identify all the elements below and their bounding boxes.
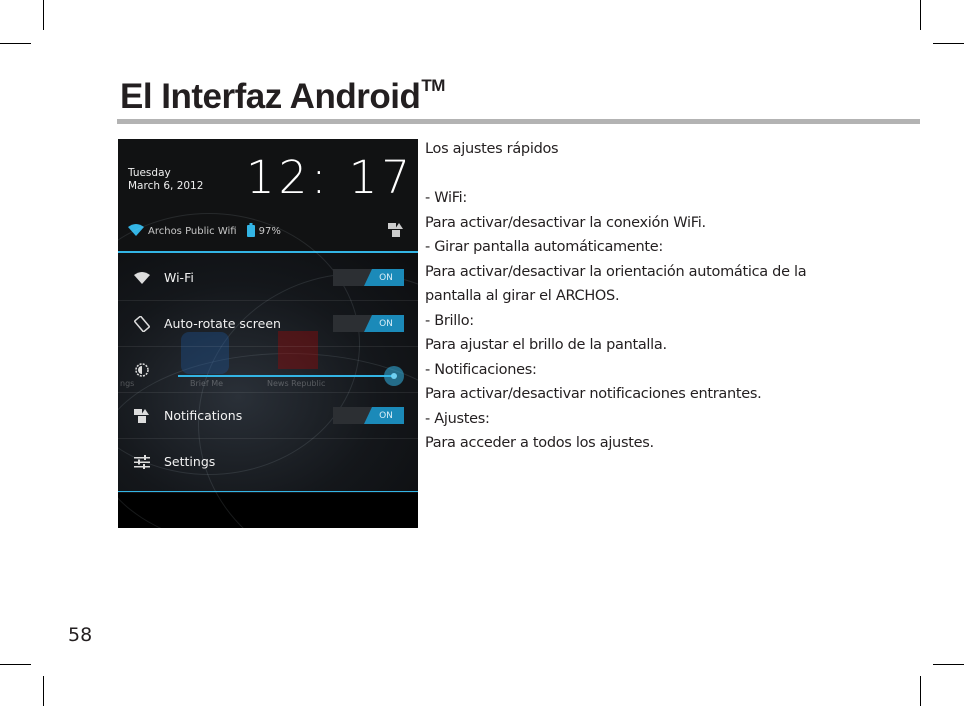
quick-settings-description: Los ajustes rápidos - WiFi: Para activar… <box>425 137 925 456</box>
wifi-icon <box>130 271 154 284</box>
quick-setting-wifi[interactable]: Wi-Fi ON <box>118 255 418 301</box>
quick-setting-label: Wi-Fi <box>164 270 194 285</box>
crop-mark <box>43 676 44 706</box>
toggle-on-label: ON <box>364 315 404 332</box>
description-line: - Notificaciones: <box>425 361 537 378</box>
description-line: - WiFi: <box>425 190 467 206</box>
date-day: Tuesday <box>128 167 171 179</box>
description-line: pantalla al girar el ARCHOS. <box>425 288 620 304</box>
description-line: - Girar pantalla automáticamente: <box>425 239 663 255</box>
description-heading: Los ajustes rápidos <box>425 141 559 157</box>
description-line: Para activar/desactivar notificaciones e… <box>425 386 762 402</box>
wifi-toggle[interactable]: ON <box>333 269 404 286</box>
brightness-slider-thumb[interactable] <box>384 366 404 386</box>
auto-rotate-toggle[interactable]: ON <box>333 315 404 332</box>
quick-setting-notifications[interactable]: Notifications ON <box>118 393 418 439</box>
quick-setting-label: Notifications <box>164 408 243 423</box>
page-number: 58 <box>68 624 93 646</box>
description-line: Para ajustar el brillo de la pantalla. <box>425 337 667 353</box>
crop-mark <box>920 676 921 706</box>
crop-mark <box>0 664 31 665</box>
trademark: TM <box>421 76 445 95</box>
android-screenshot: Tuesday March 6, 2012 12: 17 Archos Publ… <box>118 139 418 528</box>
page-title-text: El Interfaz Android <box>120 77 421 116</box>
date-full: March 6, 2012 <box>128 180 204 192</box>
crop-mark <box>933 664 964 665</box>
settings-sliders-icon <box>130 454 154 469</box>
quick-settings-panel: ngs Brief Me News Republic Wi-Fi ON Auto… <box>118 213 418 528</box>
brightness-slider-track[interactable] <box>178 375 394 377</box>
brightness-icon <box>130 362 154 377</box>
rotate-icon <box>130 315 154 332</box>
quick-setting-label: Settings <box>164 454 216 469</box>
description-line: - Ajustes: <box>425 410 490 427</box>
notifications-icon[interactable] <box>388 222 404 240</box>
quick-setting-settings[interactable]: Settings <box>118 439 418 484</box>
panel-bottom-line <box>118 491 418 492</box>
quick-setting-auto-rotate[interactable]: Auto-rotate screen ON <box>118 301 418 347</box>
crop-mark <box>933 43 964 44</box>
notifications-toggle[interactable]: ON <box>333 407 404 424</box>
description-line: Para activar/desactivar la orientación a… <box>425 263 807 280</box>
clock: 12: 17 <box>246 151 414 204</box>
quick-setting-label: Auto-rotate screen <box>164 316 281 331</box>
description-line: Para acceder a todos los ajustes. <box>425 435 654 451</box>
title-rule <box>117 119 920 124</box>
page-title: El Interfaz AndroidTM <box>120 76 445 117</box>
crop-mark <box>43 0 44 30</box>
notifications-icon <box>130 408 154 423</box>
quick-setting-brightness <box>118 347 418 393</box>
crop-mark <box>920 0 921 30</box>
crop-mark <box>0 43 31 44</box>
toggle-on-label: ON <box>364 269 404 286</box>
description-line: Para activar/desactivar la conexión WiFi… <box>425 214 706 231</box>
toggle-on-label: ON <box>364 407 404 424</box>
date: Tuesday March 6, 2012 <box>128 167 203 193</box>
description-line: - Brillo: <box>425 312 474 329</box>
